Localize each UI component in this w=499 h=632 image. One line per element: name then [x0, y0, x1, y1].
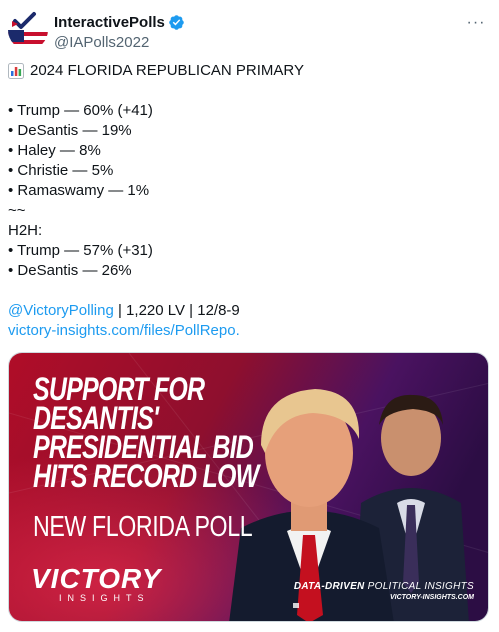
- result-line: • Trump — 57% (+31): [8, 242, 153, 259]
- more-options-icon[interactable]: ···: [465, 12, 487, 34]
- media-tagline: DATA-DRIVEN POLITICAL INSIGHTS VICTORY-I…: [294, 581, 474, 601]
- verified-badge-icon: [169, 14, 184, 30]
- poll-report-link[interactable]: victory-insights.com/files/PollRepo.: [8, 321, 240, 341]
- bar-chart-emoji-icon: [8, 63, 24, 79]
- tagline-rest: POLITICAL INSIGHTS: [364, 581, 474, 592]
- source-line: @VictoryPolling | 1,220 LV | 12/8-9: [8, 301, 491, 321]
- pollster-mention-link[interactable]: @VictoryPolling: [8, 301, 114, 321]
- media-headline: SUPPORT FOR DESANTIS' PRESIDENTIAL BID H…: [33, 373, 259, 494]
- source-details: | 1,220 LV | 12/8-9: [113, 302, 240, 319]
- tweet-header: InteractivePolls @IAPolls2022 ···: [8, 8, 491, 52]
- result-line: • Haley — 8%: [8, 142, 101, 159]
- result-line: • Christie — 5%: [8, 162, 114, 179]
- tagline-bold: DATA-DRIVEN: [293, 581, 365, 592]
- result-line: • Trump — 60% (+41): [8, 102, 153, 119]
- flag-checkmark-avatar-icon: [8, 10, 48, 50]
- poll-title: 2024 FLORIDA REPUBLICAN PRIMARY: [8, 61, 491, 81]
- result-line: • Ramaswamy — 1%: [8, 182, 150, 199]
- tweet-media-image[interactable]: SUPPORT FOR DESANTIS' PRESIDENTIAL BID H…: [8, 352, 489, 622]
- headline-line: HITS RECORD LOW: [33, 458, 259, 494]
- poll-title-text: 2024 FLORIDA REPUBLICAN PRIMARY: [30, 62, 304, 79]
- media-subhead: NEW FLORIDA POLL: [33, 511, 253, 543]
- tagline-url: VICTORY-INSIGHTS.COM: [389, 594, 474, 601]
- avatar[interactable]: [8, 10, 48, 50]
- author-name[interactable]: InteractivePolls: [54, 14, 165, 31]
- brand-sub: INSIGHTS: [59, 593, 150, 603]
- author-handle[interactable]: @IAPolls2022: [54, 34, 185, 51]
- h2h-label: H2H:: [8, 222, 43, 239]
- tweet-text: 2024 FLORIDA REPUBLICAN PRIMARY • Trump …: [8, 61, 491, 341]
- result-line: • DeSantis — 19%: [8, 122, 132, 139]
- separator-text: ~~: [8, 202, 26, 219]
- brand-name: VICTORY: [31, 563, 162, 594]
- result-line: • DeSantis — 26%: [8, 262, 132, 279]
- victory-insights-logo: VICTORY INSIGHTS: [31, 563, 161, 603]
